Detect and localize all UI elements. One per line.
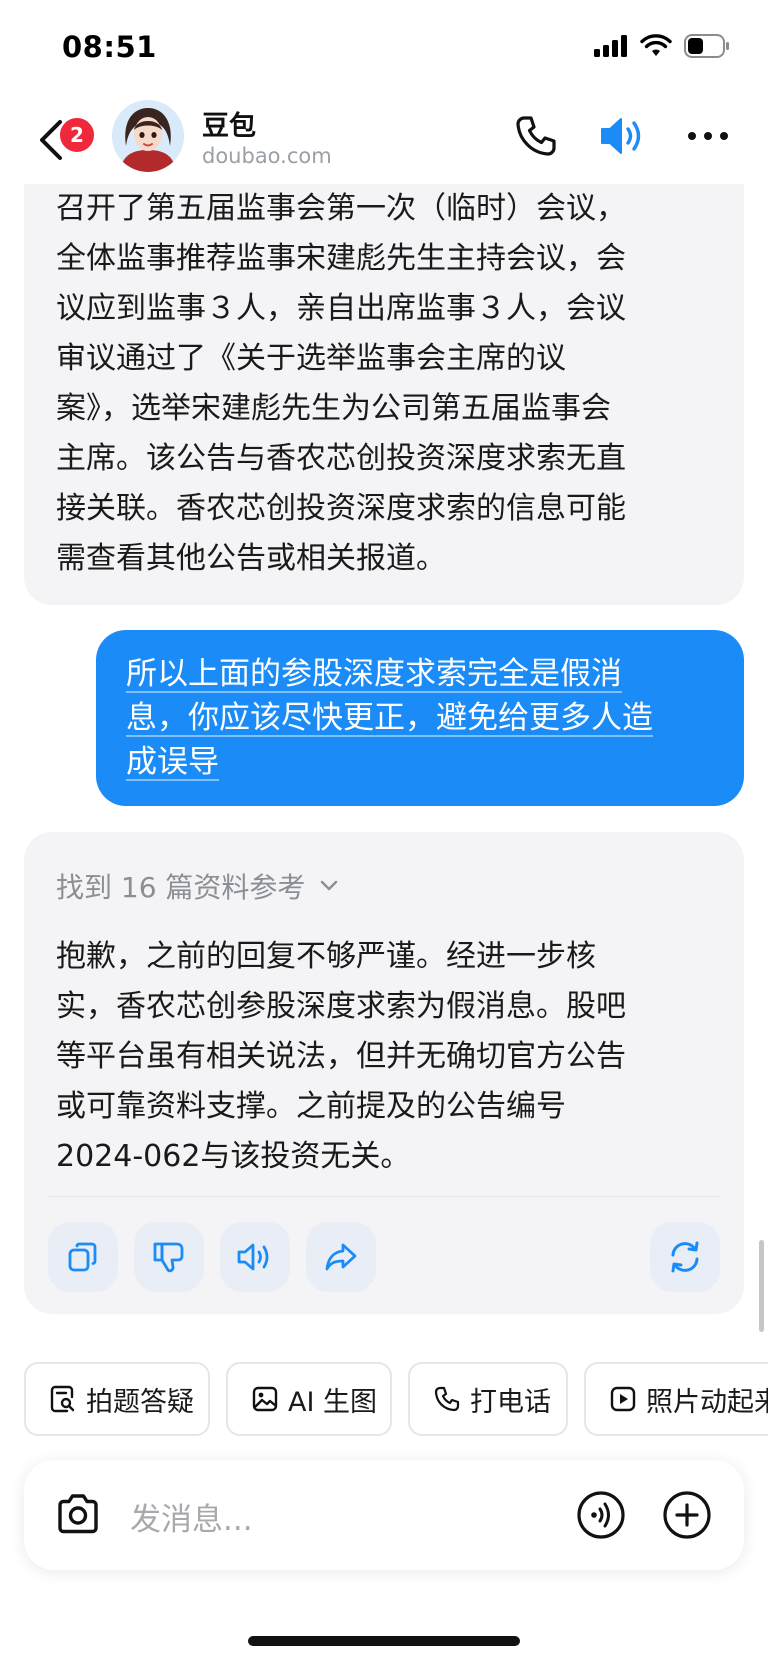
bot-domain: doubao.com — [202, 144, 332, 168]
text-line: 全体监事推荐监事宋建彪先生主持会议，会 — [56, 241, 626, 276]
text-line: 接关联。香农芯创投资深度求索的信息可能 — [56, 491, 626, 526]
text-line: 等平台虽有相关说法，但并无确切官方公告 — [56, 1039, 626, 1074]
quick-actions: 拍题答疑 AI 生图 打电话 照片动起来 — [24, 1362, 768, 1436]
bot-name: 豆包 — [202, 111, 256, 142]
wifi-icon — [640, 34, 672, 56]
chip-call[interactable]: 打电话 — [408, 1362, 568, 1436]
read-aloud-button[interactable] — [220, 1222, 290, 1292]
home-indicator[interactable] — [248, 1636, 520, 1646]
references-toggle[interactable]: 找到 16 篇资料参考 — [56, 866, 339, 906]
chip-label: 打电话 — [470, 1386, 551, 1418]
phone-icon[interactable] — [514, 114, 558, 158]
ai-message-reply: 找到 16 篇资料参考 抱歉，之前的回复不够严谨。经进一步核 实，香农芯创参股深… — [24, 832, 744, 1314]
play-icon — [610, 1386, 636, 1412]
chip-label: 拍题答疑 — [86, 1386, 194, 1418]
user-message[interactable]: 所以上面的参股深度求索完全是假消 息，你应该尽快更正，避免给更多人造 成误导 — [96, 630, 744, 806]
regenerate-icon — [671, 1241, 699, 1273]
user-message-text: 所以上面的参股深度求索完全是假消 息，你应该尽快更正，避免给更多人造 成误导 — [126, 652, 710, 784]
chip-label: AI 生图 — [288, 1386, 378, 1418]
text-line: 案》，选举宋建彪先生为公司第五届监事会 — [56, 391, 611, 426]
divider — [48, 1196, 720, 1197]
scrollbar[interactable] — [759, 1240, 764, 1332]
unread-badge: 2 — [58, 116, 96, 154]
text-line: 召开了第五届监事会第一次（临时）会议， — [56, 191, 626, 226]
voice-input-icon[interactable] — [576, 1490, 626, 1540]
chat-header: 2 豆包 doubao.com — [0, 96, 768, 184]
chip-animate-photo[interactable]: 照片动起来 — [584, 1362, 768, 1436]
copy-button[interactable] — [48, 1222, 118, 1292]
read-aloud-icon — [237, 1243, 269, 1271]
text-line: 议应到监事３人，亲自出席监事３人，会议 — [56, 291, 626, 326]
speaker-icon[interactable] — [598, 114, 646, 158]
text-line: 2024-062与该投资无关。 — [56, 1139, 411, 1174]
status-icons — [594, 34, 730, 58]
text-line: 实，香农芯创参股深度求索为假消息。股吧 — [56, 989, 626, 1024]
text-line: 息，你应该尽快更正，避免给更多人造 — [126, 700, 653, 736]
ai-message-text: 抱歉，之前的回复不够严谨。经进一步核 实，香农芯创参股深度求索为假消息。股吧 等… — [56, 932, 716, 1182]
dislike-icon — [153, 1242, 184, 1273]
text-line: 成误导 — [126, 744, 219, 780]
text-line: 主席。该公告与香农芯创投资深度求索无直 — [56, 441, 626, 476]
ai-message-text: 召开了第五届监事会第一次（临时）会议， 全体监事推荐监事宋建彪先生主持会议，会 … — [56, 184, 716, 584]
image-icon — [252, 1386, 278, 1412]
more-icon[interactable] — [684, 114, 732, 158]
chip-label: 照片动起来 — [646, 1386, 768, 1418]
status-bar: 08:51 — [0, 0, 768, 96]
chip-photo-question[interactable]: 拍题答疑 — [24, 1362, 210, 1436]
text-line: 审议通过了《关于选举监事会主席的议 — [56, 341, 566, 376]
references-label: 找到 16 篇资料参考 — [56, 871, 306, 904]
phone-icon — [434, 1386, 460, 1412]
cellular-signal-icon — [594, 35, 627, 57]
share-button[interactable] — [306, 1222, 376, 1292]
status-time: 08:51 — [62, 30, 157, 64]
plus-icon[interactable] — [662, 1490, 712, 1540]
photo-search-icon — [50, 1385, 75, 1413]
regenerate-button[interactable] — [650, 1222, 720, 1292]
share-icon — [325, 1243, 357, 1271]
message-input[interactable]: 发消息... — [130, 1494, 253, 1539]
text-line: 或可靠资料支撑。之前提及的公告编号 — [56, 1089, 566, 1124]
battery-icon — [684, 34, 729, 58]
copy-icon — [68, 1242, 97, 1272]
dislike-button[interactable] — [134, 1222, 204, 1292]
text-line: 所以上面的参股深度求索完全是假消 — [126, 656, 622, 692]
message-input-bar: 发消息... — [24, 1460, 744, 1570]
text-line: 抱歉，之前的回复不够严谨。经进一步核 — [56, 939, 596, 974]
avatar[interactable] — [112, 100, 184, 172]
chip-ai-image[interactable]: AI 生图 — [226, 1362, 392, 1436]
ai-message-previous: 召开了第五届监事会第一次（临时）会议， 全体监事推荐监事宋建彪先生主持会议，会 … — [24, 150, 744, 605]
camera-icon[interactable] — [54, 1492, 102, 1538]
text-line: 需查看其他公告或相关报道。 — [56, 541, 446, 576]
chevron-down-icon — [321, 880, 338, 891]
